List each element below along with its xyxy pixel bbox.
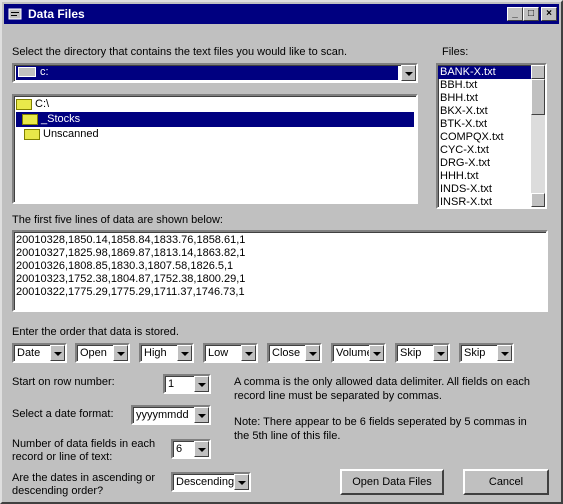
scroll-down-icon[interactable] <box>531 193 545 207</box>
chevron-down-icon[interactable] <box>113 345 128 361</box>
list-item[interactable]: HHH.txt <box>438 170 531 183</box>
list-item[interactable]: BBH.txt <box>438 79 531 92</box>
field-select-5[interactable]: Close <box>267 343 322 363</box>
field-select-6[interactable]: Volume <box>331 343 386 363</box>
folder-icon <box>24 128 40 140</box>
folder-open-icon <box>16 98 32 110</box>
start-row-select[interactable]: 1 <box>163 374 211 394</box>
chevron-down-icon[interactable] <box>497 345 512 361</box>
order-label: Enter the order that data is stored. <box>12 326 179 338</box>
field-select-8[interactable]: Skip <box>459 343 514 363</box>
list-item[interactable]: COMPQX.txt <box>438 131 531 144</box>
scroll-thumb[interactable] <box>531 79 545 115</box>
files-label: Files: <box>442 46 469 58</box>
chevron-down-icon[interactable] <box>401 65 416 81</box>
list-item[interactable]: INDS-X.txt <box>438 183 531 196</box>
cancel-button[interactable]: Cancel <box>463 469 549 495</box>
chevron-down-icon[interactable] <box>234 474 249 490</box>
chevron-down-icon[interactable] <box>369 345 384 361</box>
chevron-down-icon[interactable] <box>194 376 209 392</box>
sort-order-label: Are the dates in ascending or <box>12 472 156 484</box>
preview-line: 20010323,1752.38,1804.87,1752.38,1800.29… <box>16 273 246 285</box>
open-data-files-button[interactable]: Open Data Files <box>340 469 444 495</box>
tree-item-stocks[interactable]: _Stocks <box>16 112 414 127</box>
files-scrollbar[interactable] <box>531 65 545 207</box>
list-item[interactable]: BANK-X.txt <box>438 66 531 79</box>
maximize-button[interactable]: □ <box>523 7 539 21</box>
field-count-note: Note: There appear to be 6 fields sepera… <box>234 416 527 428</box>
chevron-down-icon[interactable] <box>177 345 192 361</box>
directory-prompt: Select the directory that contains the t… <box>12 46 348 58</box>
tree-item-unscanned[interactable]: Unscanned <box>16 127 99 142</box>
sort-order-label: descending order? <box>12 485 104 497</box>
preview-line: 20010322,1775.29,1775.29,1711.37,1746.73… <box>16 286 245 298</box>
start-row-label: Start on row number: <box>12 376 115 388</box>
scroll-up-icon[interactable] <box>531 65 545 79</box>
preview-label: The first five lines of data are shown b… <box>12 214 223 226</box>
field-select-2[interactable]: Open <box>75 343 130 363</box>
sort-order-select[interactable]: Descending <box>171 472 251 492</box>
list-item[interactable]: CYC-X.txt <box>438 144 531 157</box>
chevron-down-icon[interactable] <box>194 441 209 457</box>
list-item[interactable]: BHH.txt <box>438 92 531 105</box>
list-item[interactable]: INSR-X.txt <box>438 196 531 207</box>
field-count-note: the 5th line of this file. <box>234 430 341 442</box>
field-select-1[interactable]: Date <box>12 343 67 363</box>
num-fields-label: record or line of text: <box>12 451 113 463</box>
delimiter-info: record line must be separated by commas. <box>234 390 442 402</box>
files-list[interactable]: BANK-X.txt BBH.txt BHH.txt BKX-X.txt BTK… <box>436 63 547 209</box>
chevron-down-icon[interactable] <box>50 345 65 361</box>
preview-line: 20010326,1808.85,1830.3,1807.58,1826.5,1 <box>16 260 234 272</box>
app-icon <box>8 8 22 20</box>
folder-open-icon <box>22 113 38 125</box>
delimiter-info: A comma is the only allowed data delimit… <box>234 376 530 388</box>
title-bar[interactable]: Data Files _ □ × <box>4 4 559 24</box>
date-format-select[interactable]: yyyymmdd <box>131 405 211 425</box>
preview-textbox[interactable]: 20010328,1850.14,1858.84,1833.76,1858.61… <box>12 230 548 312</box>
num-fields-select[interactable]: 6 <box>171 439 211 459</box>
preview-line: 20010328,1850.14,1858.84,1833.76,1858.61… <box>16 234 246 246</box>
close-button[interactable]: × <box>541 7 557 21</box>
drive-value: c: <box>40 66 49 78</box>
drive-icon <box>18 67 36 78</box>
window-title: Data Files <box>28 7 85 21</box>
drive-select[interactable]: c: <box>12 63 418 83</box>
field-select-7[interactable]: Skip <box>395 343 450 363</box>
list-item[interactable]: DRG-X.txt <box>438 157 531 170</box>
list-item[interactable]: BKX-X.txt <box>438 105 531 118</box>
minimize-button[interactable]: _ <box>507 7 523 21</box>
chevron-down-icon[interactable] <box>241 345 256 361</box>
chevron-down-icon[interactable] <box>433 345 448 361</box>
chevron-down-icon[interactable] <box>194 407 209 423</box>
date-format-label: Select a date format: <box>12 408 114 420</box>
tree-item-root[interactable]: C:\ <box>16 97 49 112</box>
directory-tree[interactable]: C:\ _Stocks Unscanned <box>12 94 418 204</box>
preview-line: 20010327,1825.98,1869.87,1813.14,1863.82… <box>16 247 246 259</box>
field-select-4[interactable]: Low <box>203 343 258 363</box>
field-select-3[interactable]: High <box>139 343 194 363</box>
num-fields-label: Number of data fields in each <box>12 438 156 450</box>
chevron-down-icon[interactable] <box>305 345 320 361</box>
list-item[interactable]: BTK-X.txt <box>438 118 531 131</box>
files-items: BANK-X.txt BBH.txt BHH.txt BKX-X.txt BTK… <box>438 66 531 207</box>
